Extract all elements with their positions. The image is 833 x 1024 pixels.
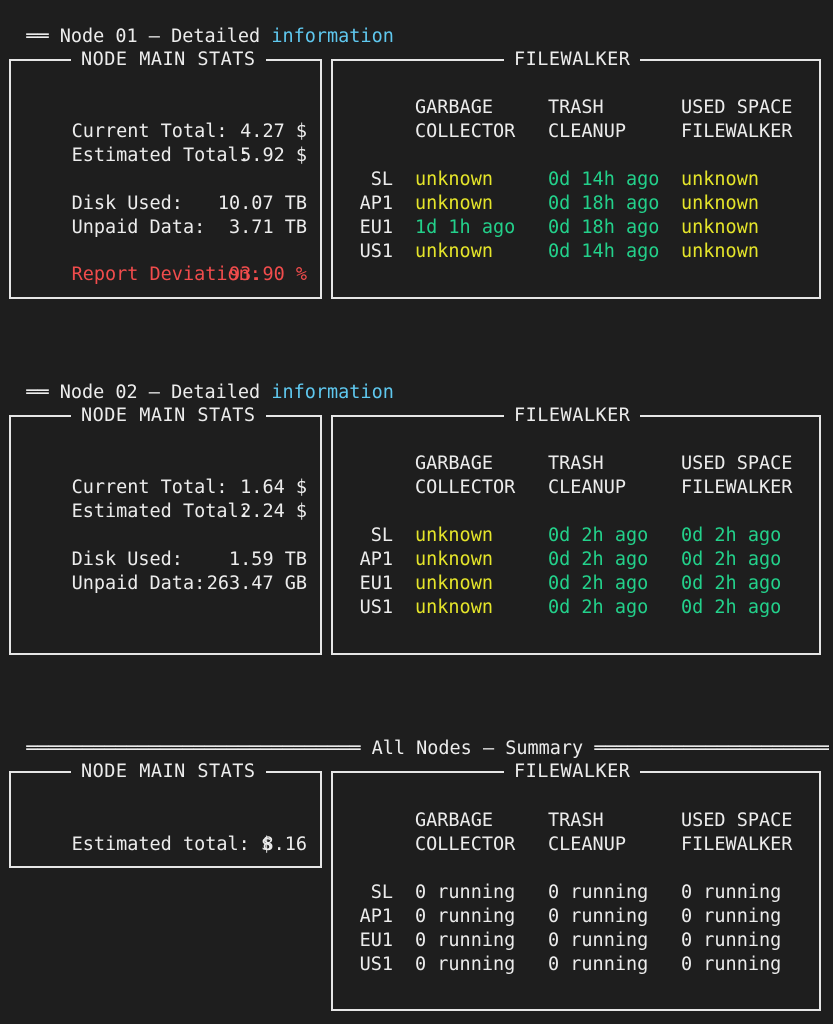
used-space-status: 0 running: [681, 930, 782, 951]
heading-bar-left: ══════════════════════════════: [26, 738, 361, 759]
used-space-status: 0 running: [681, 906, 782, 927]
used-space-status: 0d 2h ago: [681, 597, 782, 618]
gc-status: 0 running: [415, 906, 516, 927]
used-space-status: 0 running: [681, 954, 782, 975]
col-header-used-2: FILEWALKER: [681, 834, 793, 855]
gc-status: unknown: [415, 193, 493, 214]
summary-main-stats-panel: NODE MAIN STATS Estimated total: $ 8.16: [9, 760, 322, 868]
col-header-used-2: FILEWALKER: [681, 121, 793, 142]
trash-status: 0d 2h ago: [548, 549, 649, 570]
summary-heading: ══════════════════════════════ All Nodes…: [4, 713, 829, 761]
gc-status: unknown: [415, 597, 493, 618]
satellite-label: EU1: [359, 930, 393, 951]
col-header-gc-2: COLLECTOR: [415, 477, 516, 498]
gc-status: 0 running: [415, 930, 516, 951]
col-header-trash-2: CLEANUP: [548, 121, 626, 142]
col-header-used-2: FILEWALKER: [681, 477, 793, 498]
trash-status: 0d 14h ago: [548, 169, 660, 190]
trash-status: 0d 2h ago: [548, 597, 649, 618]
trash-status: 0d 14h ago: [548, 241, 660, 262]
gc-status: unknown: [415, 169, 493, 190]
col-header-used: USED SPACE: [681, 453, 793, 474]
satellite-label: SL: [370, 169, 393, 190]
summary-filewalker-panel: FILEWALKER GARBAGE COLLECTOR TRASH CLEAN…: [331, 760, 821, 1011]
estimated-total-value: 2.24 $: [240, 501, 307, 522]
satellite-label: EU1: [359, 217, 393, 238]
node02-filewalker-panel: FILEWALKER GARBAGE COLLECTOR TRASH CLEAN…: [331, 404, 821, 655]
satellite-label: AP1: [359, 549, 393, 570]
satellite-label: US1: [359, 954, 393, 975]
panel-title: NODE MAIN STATS: [71, 48, 266, 72]
heading-bar: ══: [26, 382, 49, 403]
information-link[interactable]: information: [271, 382, 394, 403]
col-header-trash-2: CLEANUP: [548, 834, 626, 855]
heading-bar: ══: [26, 26, 49, 47]
gc-status: unknown: [415, 573, 493, 594]
used-space-status: unknown: [681, 169, 759, 190]
col-header-gc: GARBAGE: [415, 97, 493, 118]
trash-status: 0d 18h ago: [548, 217, 660, 238]
satellite-label: AP1: [359, 193, 393, 214]
trash-status: 0d 2h ago: [548, 573, 649, 594]
satellite-label: SL: [370, 882, 393, 903]
col-header-trash: TRASH: [548, 810, 604, 831]
gc-status: 0 running: [415, 954, 516, 975]
estimated-total-value: 5.92 $: [240, 145, 307, 166]
trash-status: 0 running: [548, 906, 649, 927]
trash-status: 0 running: [548, 882, 649, 903]
gc-status: unknown: [415, 241, 493, 262]
used-space-status: unknown: [681, 241, 759, 262]
panel-title: FILEWALKER: [504, 760, 641, 784]
col-header-gc: GARBAGE: [415, 810, 493, 831]
used-space-status: 0d 2h ago: [681, 573, 782, 594]
used-space-status: unknown: [681, 217, 759, 238]
node01-heading-text: Node 01 – Detailed: [59, 26, 261, 47]
node02-heading: ══ Node 02 – Detailed information: [4, 357, 394, 405]
gc-status: unknown: [415, 549, 493, 570]
panel-title: NODE MAIN STATS: [71, 404, 266, 428]
panel-title: NODE MAIN STATS: [71, 760, 266, 784]
node02-main-stats-panel: NODE MAIN STATS Current Total: 1.64 $ Es…: [9, 404, 322, 655]
summary-heading-text: All Nodes – Summary: [371, 738, 584, 759]
panel-title: FILEWALKER: [504, 404, 641, 428]
satellite-label: US1: [359, 597, 393, 618]
gc-status: unknown: [415, 525, 493, 546]
satellite-label: EU1: [359, 573, 393, 594]
col-header-used: USED SPACE: [681, 810, 793, 831]
used-space-status: 0d 2h ago: [681, 525, 782, 546]
col-header-gc: GARBAGE: [415, 453, 493, 474]
unpaid-data-value: 263.47 GB: [206, 573, 307, 594]
gc-status: 0 running: [415, 882, 516, 903]
trash-status: 0 running: [548, 930, 649, 951]
used-space-status: 0 running: [681, 882, 782, 903]
node02-heading-text: Node 02 – Detailed: [59, 382, 261, 403]
trash-status: 0 running: [548, 954, 649, 975]
node01-heading: ══ Node 01 – Detailed information: [4, 1, 394, 49]
trash-status: 0d 2h ago: [548, 525, 649, 546]
col-header-trash-2: CLEANUP: [548, 477, 626, 498]
estimated-total-value: 8.16: [262, 834, 307, 855]
unpaid-data-value: 3.71 TB: [229, 217, 307, 238]
information-link[interactable]: information: [271, 26, 394, 47]
satellite-label: US1: [359, 241, 393, 262]
col-header-trash: TRASH: [548, 453, 604, 474]
gc-status: 1d 1h ago: [415, 217, 516, 238]
satellite-label: AP1: [359, 906, 393, 927]
node01-filewalker-panel: FILEWALKER GARBAGE COLLECTOR TRASH CLEAN…: [331, 48, 821, 299]
heading-bar-right: ══════════════════════════: [594, 738, 829, 759]
col-header-trash: TRASH: [548, 97, 604, 118]
used-space-status: unknown: [681, 193, 759, 214]
col-header-gc-2: COLLECTOR: [415, 834, 516, 855]
node01-main-stats-panel: NODE MAIN STATS Current Total: 4.27 $ Es…: [9, 48, 322, 299]
col-header-used: USED SPACE: [681, 97, 793, 118]
used-space-status: 0d 2h ago: [681, 549, 782, 570]
col-header-gc-2: COLLECTOR: [415, 121, 516, 142]
report-deviation-value: 93.90 %: [229, 264, 307, 285]
satellite-label: SL: [370, 525, 393, 546]
trash-status: 0d 18h ago: [548, 193, 660, 214]
panel-title: FILEWALKER: [504, 48, 641, 72]
